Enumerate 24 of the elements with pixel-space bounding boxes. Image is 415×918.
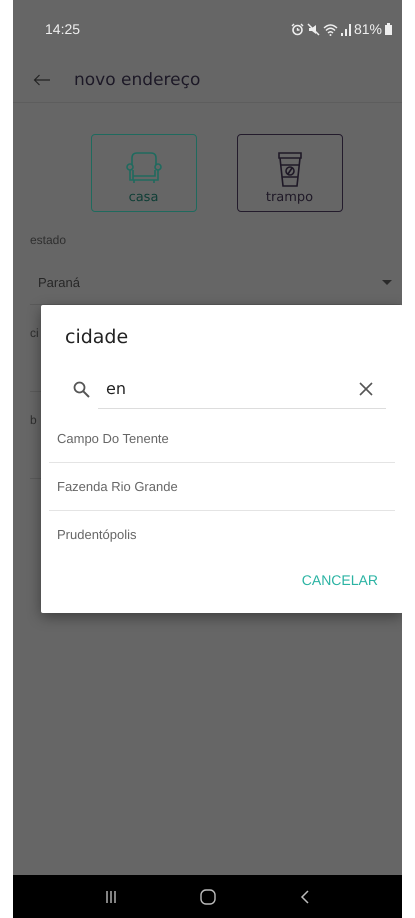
battery-level: 81% xyxy=(354,21,382,37)
card-label: casa xyxy=(128,190,158,205)
city-option[interactable]: Fazenda Rio Grande xyxy=(49,463,395,511)
clock-time: 14:25 xyxy=(45,21,80,37)
battery-icon xyxy=(385,23,392,35)
signal-icon xyxy=(340,22,351,36)
search-icon xyxy=(73,380,90,398)
city-option[interactable]: Campo Do Tenente xyxy=(49,415,395,463)
back-icon[interactable] xyxy=(33,74,51,86)
back-nav-icon[interactable] xyxy=(300,890,310,904)
dropdown-caret-icon xyxy=(382,280,392,284)
city-option[interactable]: Prudentópolis xyxy=(49,511,395,558)
address-type-card[interactable]: trampo xyxy=(236,134,342,212)
card-label: trampo xyxy=(266,190,314,205)
dialog-title: cidade xyxy=(64,325,130,349)
screen-title: novo endereço xyxy=(74,70,200,90)
recent-apps-icon[interactable] xyxy=(104,890,117,904)
close-icon[interactable] xyxy=(359,382,373,396)
home-icon[interactable] xyxy=(200,888,216,904)
alarm-icon xyxy=(290,22,304,36)
mute-icon xyxy=(306,22,320,36)
field-label: estado xyxy=(30,232,66,248)
search-field[interactable]: en xyxy=(98,369,386,409)
wifi-icon xyxy=(322,22,338,36)
